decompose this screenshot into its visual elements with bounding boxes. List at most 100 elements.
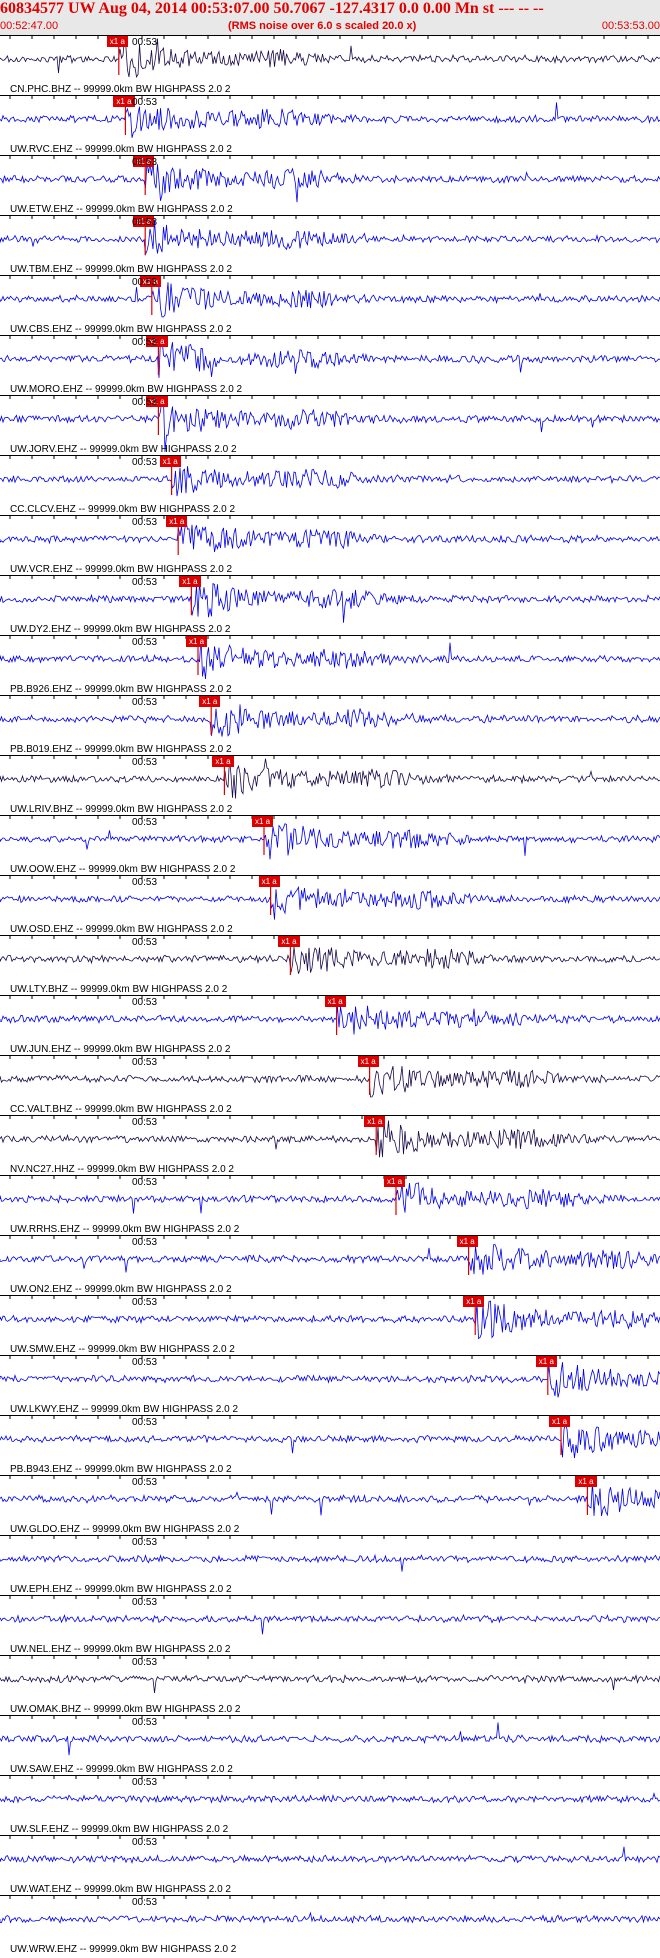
station-row: x1 a 00:53 PB.B019.EHZ -- 99999.0km BW HIG… <box>0 695 660 755</box>
waveform-trace <box>0 466 660 497</box>
station-row: x1 a 00:53 PB.B943.EHZ -- 99999.0km BW HIG… <box>0 1415 660 1475</box>
time-tick-label: 00:53 <box>132 517 158 528</box>
waveform-trace <box>0 1613 660 1635</box>
time-tick-label: 00:53 <box>132 937 158 948</box>
pick-marker: x1 a <box>258 876 280 887</box>
time-tick-label: 00:53 <box>132 37 158 48</box>
station-row: x1 a 00:53 UW.RRHS.EHZ -- 99999.0km BW HIG… <box>0 1175 660 1235</box>
time-tick-label: 00:53 <box>132 577 158 588</box>
waveform-trace <box>0 704 660 737</box>
station-row: x1 a 00:53 PB.B926.EHZ -- 99999.0km BW HIG… <box>0 635 660 695</box>
time-tick-label: 00:53 <box>132 1657 158 1668</box>
waveform-trace <box>0 1911 660 1924</box>
pick-marker: x1 a <box>278 936 300 947</box>
station-label: UW.WAT.EHZ -- 99999.0km BW HIGHPASS 2.0 … <box>10 1884 231 1895</box>
station-label: UW.EPH.EHZ -- 99999.0km BW HIGHPASS 2.0 … <box>10 1584 232 1595</box>
station-row: x1 a 00:53 UW.LTY.BHZ -- 99999.0km BW HIGH… <box>0 935 660 995</box>
time-tick-label: 00:53 <box>132 1477 158 1488</box>
station-label: UW.SMW.EHZ -- 99999.0km BW HIGHPASS 2.0 … <box>10 1344 235 1355</box>
pick-marker: x1 a <box>549 1416 571 1427</box>
time-tick-label: 00:53 <box>132 217 158 228</box>
waveform-trace <box>0 521 660 553</box>
station-row: 00:53 UW.WAT.EHZ -- 99999.0km BW HIGHPASS… <box>0 1835 660 1895</box>
station-label: NV.NC27.HHZ -- 99999.0km BW HIGHPASS 2.0… <box>10 1164 234 1175</box>
station-label: UW.LKWY.EHZ -- 99999.0km BW HIGHPASS 2.0… <box>10 1404 239 1415</box>
waveform-trace <box>0 102 660 138</box>
station-label: UW.LTY.BHZ -- 99999.0km BW HIGHPASS 2.0 … <box>10 984 228 995</box>
time-tick-label: 00:53 <box>132 277 158 288</box>
station-label: PB.B926.EHZ -- 99999.0km BW HIGHPASS 2.0… <box>10 684 232 695</box>
station-label: UW.TBM.EHZ -- 99999.0km BW HIGHPASS 2.0 … <box>10 264 233 275</box>
waveform-trace <box>0 1846 660 1865</box>
station-row: x1 a 00:53 UW.ON2.EHZ -- 99999.0km BW HIGH… <box>0 1235 660 1295</box>
waveform-trace <box>0 885 660 920</box>
pick-marker: x1 a <box>106 36 128 47</box>
waveform-trace <box>0 823 660 860</box>
station-label: UW.LRIV.BHZ -- 99999.0km BW HIGHPASS 2.0… <box>10 804 233 815</box>
pick-marker: x1 a <box>159 456 181 467</box>
station-label: UW.OMAK.BHZ -- 99999.0km BW HIGHPASS 2.0… <box>10 1704 241 1715</box>
station-row: x1 a 00:53 UW.SMW.EHZ -- 99999.0km BW HIGH… <box>0 1295 660 1355</box>
station-label: UW.RRHS.EHZ -- 99999.0km BW HIGHPASS 2.0… <box>10 1224 240 1235</box>
station-label: UW.RVC.EHZ -- 99999.0km BW HIGHPASS 2.0 … <box>10 144 232 155</box>
station-row: x1 a 00:53 UW.JUN.EHZ -- 99999.0km BW HIGH… <box>0 995 660 1055</box>
station-label: UW.GLDO.EHZ -- 99999.0km BW HIGHPASS 2.0… <box>10 1524 240 1535</box>
waveform-trace <box>0 1792 660 1804</box>
waveform-trace <box>0 1005 660 1035</box>
time-tick-label: 00:53 <box>132 457 158 468</box>
station-row: 00:53 UW.WRW.EHZ -- 99999.0km BW HIGHPASS… <box>0 1895 660 1955</box>
time-tick-label: 00:53 <box>132 997 158 1008</box>
station-row: x1 a 00:53 UW.ETW.EHZ -- 99999.0km BW HIGH… <box>0 155 660 215</box>
waveform-trace <box>0 161 660 203</box>
station-label: PB.B943.EHZ -- 99999.0km BW HIGHPASS 2.0… <box>10 1464 232 1475</box>
pick-marker: x1 a <box>364 1116 386 1127</box>
station-row: x1 a 00:53 UW.MORO.EHZ -- 99999.0km BW HIG… <box>0 335 660 395</box>
station-label: UW.JORV.EHZ -- 99999.0km BW HIGHPASS 2.0… <box>10 444 237 455</box>
waveform-trace <box>0 38 660 78</box>
station-label: UW.ON2.EHZ -- 99999.0km BW HIGHPASS 2.0 … <box>10 1284 232 1295</box>
station-row: x1 a 00:53 NV.NC27.HHZ -- 99999.0km BW HIG… <box>0 1115 660 1175</box>
station-row: 00:53 UW.SAW.EHZ -- 99999.0km BW HIGHPASS… <box>0 1715 660 1775</box>
pick-marker: x1 a <box>199 696 221 707</box>
time-tick-label: 00:53 <box>132 697 158 708</box>
time-tick-label: 00:53 <box>132 1717 158 1728</box>
station-label: UW.NEL.EHZ -- 99999.0km BW HIGHPASS 2.0 … <box>10 1644 231 1655</box>
waveform-trace <box>0 1300 660 1340</box>
waveform-trace <box>0 946 660 974</box>
waveform-trace <box>0 1362 660 1398</box>
pick-marker: x1 a <box>575 1476 597 1487</box>
time-tick-label: 00:53 <box>132 877 158 888</box>
waveform-trace <box>0 1244 660 1275</box>
station-label: UW.SLF.EHZ -- 99999.0km BW HIGHPASS 2.0 … <box>10 1824 229 1835</box>
pick-marker: x1 a <box>384 1176 406 1187</box>
station-label: CC.VALT.BHZ -- 99999.0km BW HIGHPASS 2.0… <box>10 1104 232 1115</box>
station-label: UW.VCR.EHZ -- 99999.0km BW HIGHPASS 2.0 … <box>10 564 233 575</box>
station-row: x1 a 00:53 CC.VALT.BHZ -- 99999.0km BW HIG… <box>0 1055 660 1115</box>
station-label: UW.CBS.EHZ -- 99999.0km BW HIGHPASS 2.0 … <box>10 324 232 335</box>
station-label: UW.MORO.EHZ -- 99999.0km BW HIGHPASS 2.0… <box>10 384 243 395</box>
pick-marker: x1 a <box>456 1236 478 1247</box>
waveform-trace <box>0 219 660 256</box>
time-tick-label: 00:53 <box>132 817 158 828</box>
time-tick-label: 00:53 <box>132 337 158 348</box>
station-row: x1 a 00:53 UW.GLDO.EHZ -- 99999.0km BW HIG… <box>0 1475 660 1535</box>
station-row: x1 a 00:53 UW.OSD.EHZ -- 99999.0km BW HIGH… <box>0 875 660 935</box>
pick-marker: x1 a <box>186 636 208 647</box>
rms-note: (RMS noise over 6.0 s scaled 20.0 x) <box>228 20 417 32</box>
station-label: UW.OSD.EHZ -- 99999.0km BW HIGHPASS 2.0 … <box>10 924 233 935</box>
station-label: UW.WRW.EHZ -- 99999.0km BW HIGHPASS 2.0 … <box>10 1944 237 1955</box>
time-tick-label: 00:53 <box>132 397 158 408</box>
time-tick-label: 00:53 <box>132 1597 158 1608</box>
station-row: 00:53 UW.EPH.EHZ -- 99999.0km BW HIGHPASS… <box>0 1535 660 1595</box>
time-tick-label: 00:53 <box>132 157 158 168</box>
end-time: 00:53:53.00 <box>601 20 660 32</box>
waveform-trace <box>0 1065 660 1098</box>
station-row: x1 a 00:53 CC.CLCV.EHZ -- 99999.0km BW HIG… <box>0 455 660 515</box>
time-tick-label: 00:53 <box>132 1177 158 1188</box>
pick-marker: x1 a <box>212 756 234 767</box>
pick-marker: x1 a <box>463 1296 485 1307</box>
waveform-trace <box>0 1553 660 1572</box>
waveform-trace <box>0 1182 660 1214</box>
station-row: x1 a 00:53 UW.CBS.EHZ -- 99999.0km BW HIGH… <box>0 275 660 335</box>
station-row: x1 a 00:53 CN.PHC.BHZ -- 99999.0km BW HIGH… <box>0 35 660 95</box>
